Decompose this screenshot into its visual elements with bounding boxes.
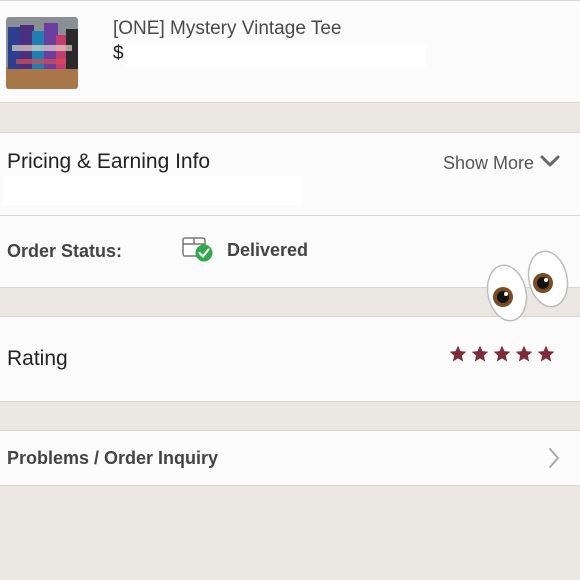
show-more-button[interactable]: Show More — [443, 153, 534, 174]
redacted-price — [126, 42, 426, 68]
rating-row: Rating — [0, 316, 580, 402]
product-title: [ONE] Mystery Vintage Tee — [113, 18, 342, 39]
order-status-label: Order Status: — [7, 241, 123, 261]
redacted-earnings — [3, 176, 303, 205]
product-row[interactable]: [ONE] Mystery Vintage Tee $ — [0, 0, 580, 103]
chevron-down-icon[interactable] — [540, 154, 560, 168]
product-thumbnail[interactable] — [6, 17, 78, 89]
order-status-value: Delivered — [227, 240, 309, 260]
star-icon — [537, 345, 555, 362]
star-icon — [449, 345, 467, 362]
rating-stars — [448, 344, 556, 364]
star-icon — [493, 345, 511, 362]
eyes-emoji-icon — [483, 245, 575, 325]
star-icon — [515, 345, 533, 362]
star-icon — [471, 345, 489, 362]
order-inquiry-row[interactable]: Problems / Order Inquiry — [0, 430, 580, 486]
package-check-icon — [180, 233, 216, 263]
pricing-section: Pricing & Earning Info Show More — [0, 132, 580, 216]
rating-label: Rating — [7, 347, 68, 370]
product-price: $ — [113, 43, 124, 64]
order-inquiry-label: Problems / Order Inquiry — [7, 448, 219, 468]
chevron-right-icon[interactable] — [548, 447, 560, 469]
pricing-title: Pricing & Earning Info — [7, 150, 211, 173]
